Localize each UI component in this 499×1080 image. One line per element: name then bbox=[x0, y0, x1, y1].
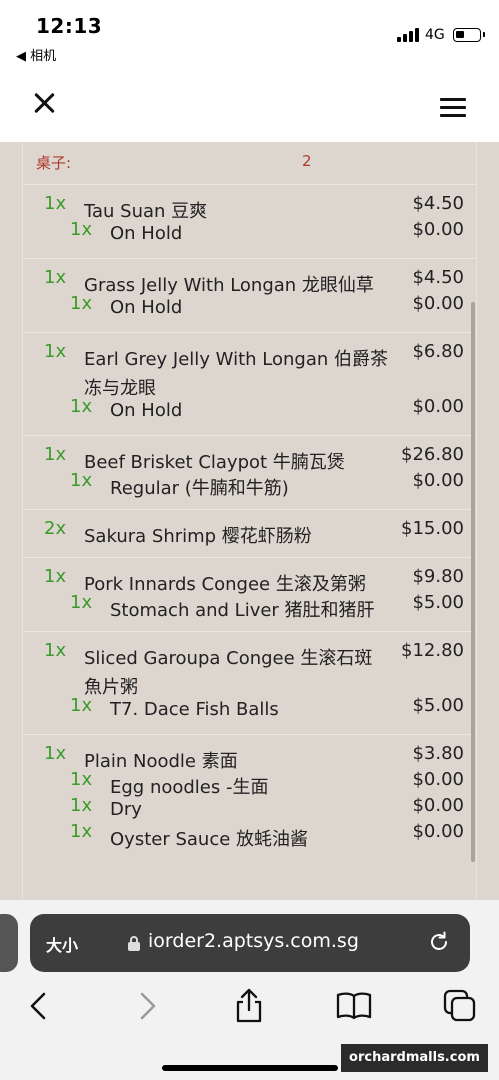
order-item[interactable]: 1x Grass Jelly With Longan 龙眼仙草 $4.50 1x On … bbox=[24, 258, 476, 332]
quantity: 1x bbox=[44, 193, 67, 214]
hamburger-menu-icon[interactable] bbox=[440, 98, 466, 118]
home-indicator bbox=[162, 1065, 338, 1071]
quantity: 1x bbox=[70, 293, 93, 314]
order-item[interactable]: 1x Tau Suan 豆爽 $4.50 1x On Hold $0.00 bbox=[24, 184, 476, 258]
modifier-name: On Hold bbox=[110, 400, 183, 421]
page-header bbox=[0, 70, 499, 142]
quantity: 1x bbox=[44, 640, 67, 661]
price: $5.00 bbox=[412, 695, 464, 716]
modifier-name: T7. Dace Fish Balls bbox=[110, 699, 279, 720]
item-name: Beef Brisket Claypot 牛腩瓦煲 bbox=[84, 452, 345, 473]
price: $0.00 bbox=[412, 293, 464, 314]
tabs-icon[interactable] bbox=[440, 986, 480, 1026]
quantity: 1x bbox=[70, 821, 93, 842]
watermark: orchardmalls.com bbox=[341, 1044, 488, 1072]
modifier-name: Egg noodles -生面 bbox=[110, 777, 269, 798]
url-text[interactable]: iorder2.aptsys.com.sg bbox=[148, 930, 359, 952]
price: $0.00 bbox=[412, 821, 464, 842]
item-name: Earl Grey Jelly With Longan 伯爵茶 bbox=[84, 349, 388, 370]
item-name: Sakura Shrimp 樱花虾肠粉 bbox=[84, 526, 312, 547]
order-item[interactable]: 1x Earl Grey Jelly With Longan 伯爵茶 冻与龙眼 $6.… bbox=[24, 332, 476, 435]
network-type: 4G bbox=[425, 27, 445, 43]
modifier-name: Stomach and Liver 猪肚和猪肝 bbox=[110, 600, 375, 621]
item-name-continued: 冻与龙眼 bbox=[84, 378, 156, 399]
forward-arrow-icon[interactable] bbox=[126, 986, 166, 1026]
table-number-row: 桌子: 2 bbox=[36, 152, 476, 176]
price: $4.50 bbox=[412, 193, 464, 214]
reload-icon[interactable] bbox=[428, 931, 450, 953]
quantity: 1x bbox=[70, 695, 93, 716]
quantity: 1x bbox=[70, 769, 93, 790]
order-item[interactable]: 1x Sliced Garoupa Congee 生滚石斑 魚片粥 $12.80 1x T… bbox=[24, 631, 476, 734]
price: $0.00 bbox=[412, 795, 464, 816]
quantity: 1x bbox=[70, 795, 93, 816]
price: $4.50 bbox=[412, 267, 464, 288]
price: $15.00 bbox=[401, 518, 464, 539]
item-name: Pork Innards Congee 生滚及第粥 bbox=[84, 574, 366, 595]
share-icon[interactable] bbox=[229, 986, 269, 1026]
battery-icon bbox=[453, 28, 485, 42]
price: $5.00 bbox=[412, 592, 464, 613]
order-item[interactable]: 1x Beef Brisket Claypot 牛腩瓦煲 $26.80 1x Regul… bbox=[24, 435, 476, 509]
lock-icon bbox=[128, 936, 140, 951]
price: $6.80 bbox=[412, 341, 464, 362]
browser-toolbar: 大小 iorder2.aptsys.com.sg orchardmalls.co… bbox=[0, 900, 499, 1080]
scrollbar[interactable] bbox=[471, 302, 475, 862]
close-icon[interactable] bbox=[32, 90, 58, 116]
price: $12.80 bbox=[401, 640, 464, 661]
modifier-name: On Hold bbox=[110, 223, 183, 244]
bookmarks-icon[interactable] bbox=[334, 986, 374, 1026]
previous-tab-preview[interactable] bbox=[0, 914, 18, 972]
quantity: 1x bbox=[44, 267, 67, 288]
order-list[interactable]: 桌子: 2 1x Tau Suan 豆爽 $4.50 1x On Hold $0.00 1x… bbox=[0, 142, 499, 900]
price: $0.00 bbox=[412, 396, 464, 417]
order-item[interactable]: 2x Sakura Shrimp 樱花虾肠粉 $15.00 bbox=[24, 509, 476, 557]
price: $0.00 bbox=[412, 769, 464, 790]
price: $26.80 bbox=[401, 444, 464, 465]
order-item[interactable]: 1x Pork Innards Congee 生滚及第粥 $9.80 1x Stomac… bbox=[24, 557, 476, 631]
quantity: 1x bbox=[44, 444, 67, 465]
quantity: 1x bbox=[70, 396, 93, 417]
item-name: Plain Noodle 素面 bbox=[84, 751, 238, 772]
quantity: 1x bbox=[70, 470, 93, 491]
item-name: Tau Suan 豆爽 bbox=[84, 201, 208, 222]
quantity: 2x bbox=[44, 518, 67, 539]
price: $3.80 bbox=[412, 743, 464, 764]
quantity: 1x bbox=[70, 592, 93, 613]
back-arrow-icon[interactable] bbox=[20, 986, 60, 1026]
modifier-name: Regular (牛腩和牛筋) bbox=[110, 478, 289, 499]
text-size-button[interactable]: 大小 bbox=[46, 932, 78, 956]
modifier-name: Oyster Sauce 放蚝油酱 bbox=[110, 829, 309, 850]
table-number: 2 bbox=[302, 152, 312, 170]
clock: 12:13 bbox=[36, 14, 103, 38]
price: $0.00 bbox=[412, 470, 464, 491]
item-name: Sliced Garoupa Congee 生滚石斑 bbox=[84, 648, 373, 669]
price: $0.00 bbox=[412, 219, 464, 240]
signal-icon bbox=[397, 28, 419, 42]
item-name: Grass Jelly With Longan 龙眼仙草 bbox=[84, 275, 374, 296]
quantity: 1x bbox=[44, 566, 67, 587]
order-item[interactable]: 1x Plain Noodle 素面 $3.80 1x Egg noodles -生面 $… bbox=[24, 734, 476, 860]
modifier-name: Dry bbox=[110, 799, 142, 820]
quantity: 1x bbox=[44, 341, 67, 362]
table-label: 桌子: bbox=[36, 154, 72, 172]
address-bar[interactable]: 大小 iorder2.aptsys.com.sg bbox=[30, 914, 470, 972]
status-bar: 12:13 ◀ 相机 4G bbox=[0, 0, 499, 70]
price: $9.80 bbox=[412, 566, 464, 587]
quantity: 1x bbox=[70, 219, 93, 240]
back-to-camera-link[interactable]: ◀ 相机 bbox=[16, 45, 56, 64]
modifier-name: On Hold bbox=[110, 297, 183, 318]
quantity: 1x bbox=[44, 743, 67, 764]
